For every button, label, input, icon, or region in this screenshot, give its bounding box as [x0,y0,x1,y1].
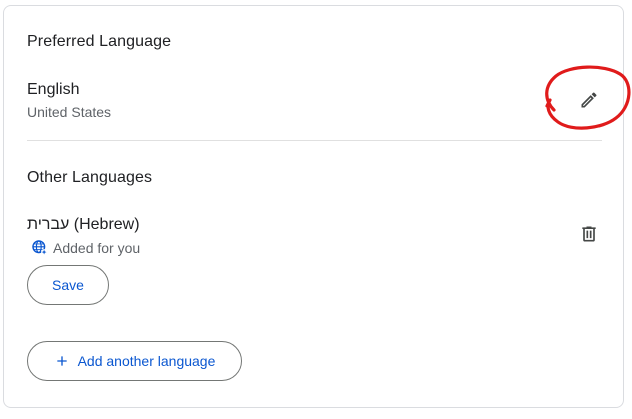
add-another-language-label: Add another language [77,353,216,369]
add-another-language-button[interactable]: Add another language [27,341,242,381]
delete-language-button[interactable] [571,216,607,252]
other-languages-title: Other Languages [27,169,153,186]
preferred-language-region: United States [27,104,112,120]
section-divider [27,140,602,141]
pencil-icon [581,92,597,108]
trash-icon [582,226,596,242]
added-for-you-label: Added for you [53,239,141,256]
preferred-language-name: English [27,81,80,98]
added-for-you-row: Added for you [31,239,140,256]
edit-preferred-language-button[interactable] [571,82,607,118]
language-settings-card: Preferred Language English United States… [3,5,624,408]
plus-icon [56,356,67,366]
preferred-language-title: Preferred Language [27,33,172,50]
globe-icon [32,240,48,256]
other-language-name: עברית (Hebrew) [27,216,140,233]
save-button[interactable]: Save [27,265,109,305]
